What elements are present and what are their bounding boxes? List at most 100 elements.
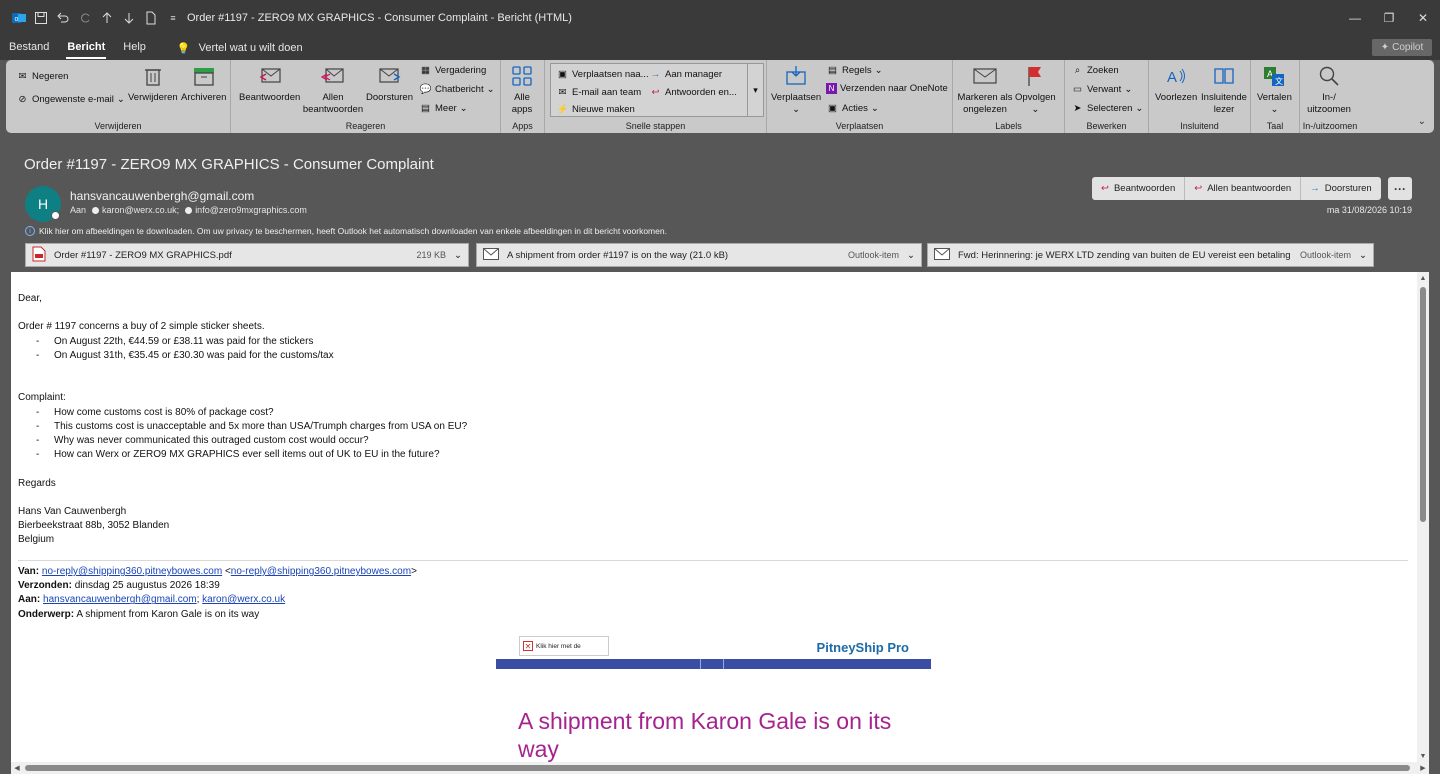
vertical-scrollbar[interactable]: ▲ ▼ <box>1417 272 1429 762</box>
translate-label: Vertalen <box>1257 92 1292 103</box>
attachment-pdf[interactable]: Order #1197 - ZERO9 MX GRAPHICS.pdf 219 … <box>25 243 469 267</box>
forward-action-button[interactable]: → Doorsturen <box>1301 177 1381 200</box>
document-icon[interactable] <box>140 7 162 29</box>
reply-icon <box>257 63 283 89</box>
lightbulb-icon: 💡 <box>176 42 191 55</box>
presence-icon <box>51 211 60 220</box>
chevron-down-icon: ⌄ <box>874 65 883 76</box>
sender-address[interactable]: hansvancauwenbergh@gmail.com <box>70 189 254 203</box>
reply-all-action-button[interactable]: ↩ Allen beantwoorden <box>1185 177 1302 200</box>
rules-button[interactable]: ▤ Regels ⌄ <box>826 64 883 77</box>
actions-button[interactable]: ▣ Acties ⌄ <box>826 102 879 115</box>
sent-value: dinsdag 25 augustus 2026 18:39 <box>74 580 220 592</box>
recipient-1[interactable]: karon@werx.co.uk; <box>92 205 179 215</box>
onenote-button[interactable]: N Verzenden naar OneNote <box>826 83 948 94</box>
customize-toolbar-icon[interactable]: ≡ <box>162 7 184 29</box>
message-subject: Order #1197 - ZERO9 MX GRAPHICS - Consum… <box>24 156 434 173</box>
reply-button[interactable]: Beantwoorden <box>239 63 300 104</box>
recipient-2[interactable]: info@zero9mxgraphics.com <box>185 205 307 215</box>
scroll-right-icon[interactable]: ▶ <box>1417 762 1429 774</box>
tell-me-search[interactable]: 💡 Vertel wat u wilt doen <box>177 42 303 55</box>
forwarded-header: Van: no-reply@shipping360.pitneybowes.co… <box>18 566 417 620</box>
quick-team-email[interactable]: ✉ E-mail aan team <box>556 86 642 99</box>
reply-action-button[interactable]: ↩ Beantwoorden <box>1092 177 1186 200</box>
from-link[interactable]: no-reply@shipping360.pitneybowes.com <box>42 566 222 577</box>
group-label-verplaatsen: Verplaatsen <box>835 121 884 131</box>
more-button[interactable]: ▤ Meer ⌄ <box>419 102 468 115</box>
find-button[interactable]: ⌕ Zoeken <box>1071 64 1119 77</box>
reply-all-button[interactable]: Allen beantwoorden <box>303 63 363 116</box>
restore-button[interactable]: ❐ <box>1372 0 1406 36</box>
chevron-down-icon[interactable]: ⌄ <box>454 250 462 261</box>
ignore-button[interactable]: ✉ Negeren <box>16 70 69 83</box>
payment-line-2: On August 31th, €35.45 or £30.30 was pai… <box>54 349 334 361</box>
delete-button[interactable]: Verwijderen <box>128 63 178 104</box>
forward-button[interactable]: Doorsturen <box>366 63 413 104</box>
follow-up-button[interactable]: Opvolgen ⌄ <box>1015 63 1056 116</box>
read-aloud-label: Voorlezen <box>1155 92 1198 103</box>
copilot-button[interactable]: ✦ Copilot <box>1372 39 1432 56</box>
minimize-button[interactable]: — <box>1338 0 1372 36</box>
download-images-text: Klik hier om afbeeldingen te downloaden.… <box>39 226 667 236</box>
move-button[interactable]: Verplaatsen ⌄ <box>771 63 821 116</box>
to-link-1[interactable]: hansvancauwenbergh@gmail.com <box>43 594 197 605</box>
junk-label: Ongewenste e-mail <box>32 94 114 105</box>
from-bracket-link[interactable]: no-reply@shipping360.pitneybowes.com <box>231 566 411 577</box>
junk-button[interactable]: ⊘ Ongewenste e-mail ⌄ <box>16 93 125 106</box>
all-apps-button[interactable]: Alle apps <box>507 63 537 116</box>
group-labels: Markeren als ongelezen Opvolgen ⌄ Labels <box>953 60 1065 133</box>
save-icon[interactable] <box>30 7 52 29</box>
quick-steps-scroll[interactable]: ▾ <box>747 64 763 116</box>
read-aloud-button[interactable]: A Voorlezen <box>1155 63 1197 104</box>
redo-icon[interactable] <box>74 7 96 29</box>
meeting-button[interactable]: ▦ Vergadering <box>419 64 486 77</box>
quick-new[interactable]: ⚡ Nieuwe maken <box>556 103 635 116</box>
arrow-right-icon: → <box>650 69 661 80</box>
chevron-down-icon[interactable]: ⌄ <box>907 250 915 261</box>
tab-bestand[interactable]: Bestand <box>0 36 58 60</box>
arrow-down-icon[interactable] <box>118 7 140 29</box>
move-label: Verplaatsen <box>771 92 822 103</box>
copilot-label: Copilot <box>1392 42 1424 53</box>
quick-reply-delete[interactable]: ↩ Antwoorden en... <box>649 86 737 99</box>
tab-help[interactable]: Help <box>114 36 155 60</box>
to-link-2[interactable]: karon@werx.co.uk <box>202 594 285 605</box>
complaint-line-4: How can Werx or ZERO9 MX GRAPHICS ever s… <box>54 449 440 461</box>
chevron-down-icon: ⌄ <box>1270 104 1279 115</box>
scroll-down-icon[interactable]: ▼ <box>1417 750 1429 762</box>
immersive-reader-button[interactable]: Insluitende lezer <box>1201 63 1247 116</box>
calendar-icon: ▦ <box>421 65 430 76</box>
quick-move-to[interactable]: ▣ Verplaatsen naa... <box>556 68 649 81</box>
scroll-up-icon[interactable]: ▲ <box>1417 272 1429 284</box>
chat-button[interactable]: 💬 Chatbericht ⌄ <box>419 83 495 96</box>
translate-button[interactable]: A文 Vertalen ⌄ <box>1257 63 1292 116</box>
scroll-left-icon[interactable]: ◀ <box>11 762 23 774</box>
archive-button[interactable]: Archiveren <box>181 63 226 104</box>
arrow-up-icon[interactable] <box>96 7 118 29</box>
broken-image[interactable]: ✕ Klik hier met de <box>519 636 609 656</box>
ribbon-collapse-icon[interactable]: ⌄ <box>1418 116 1426 127</box>
vertical-scroll-thumb[interactable] <box>1420 287 1426 522</box>
related-button[interactable]: ▭ Verwant ⌄ <box>1071 83 1132 96</box>
download-images-bar[interactable]: i Klik hier om afbeeldingen te downloade… <box>25 226 667 236</box>
quick-to-manager[interactable]: → Aan manager <box>649 68 722 81</box>
horizontal-scrollbar[interactable]: ◀ ▶ <box>11 762 1429 774</box>
regards: Regards <box>18 477 56 489</box>
tab-bericht[interactable]: Bericht <box>58 36 114 60</box>
chevron-down-icon[interactable]: ⌄ <box>1359 250 1367 261</box>
select-button[interactable]: ➤ Selecteren ⌄ <box>1071 102 1144 115</box>
group-taal: A文 Vertalen ⌄ Taal <box>1251 60 1300 133</box>
undo-icon[interactable] <box>52 7 74 29</box>
group-label-snelle-stappen: Snelle stappen <box>625 121 686 131</box>
close-button[interactable]: ✕ <box>1406 0 1440 36</box>
horizontal-scroll-thumb[interactable] <box>25 765 1410 771</box>
more-actions-button[interactable]: ··· <box>1388 177 1412 200</box>
message-body[interactable]: Dear, Order # 1197 concerns a buy of 2 s… <box>11 272 1417 762</box>
zoom-button[interactable]: In-/ uitzoomen <box>1306 63 1352 116</box>
recipient-1-label: karon@werx.co.uk; <box>102 205 180 215</box>
onenote-icon: N <box>826 83 837 94</box>
reply-action-label: Beantwoorden <box>1113 183 1176 194</box>
attachment-mail-1[interactable]: A shipment from order #1197 is on the wa… <box>476 243 922 267</box>
attachment-mail-2[interactable]: Fwd: Herinnering: je WERX LTD zending va… <box>927 243 1374 267</box>
mark-unread-button[interactable]: Markeren als ongelezen <box>957 63 1013 116</box>
